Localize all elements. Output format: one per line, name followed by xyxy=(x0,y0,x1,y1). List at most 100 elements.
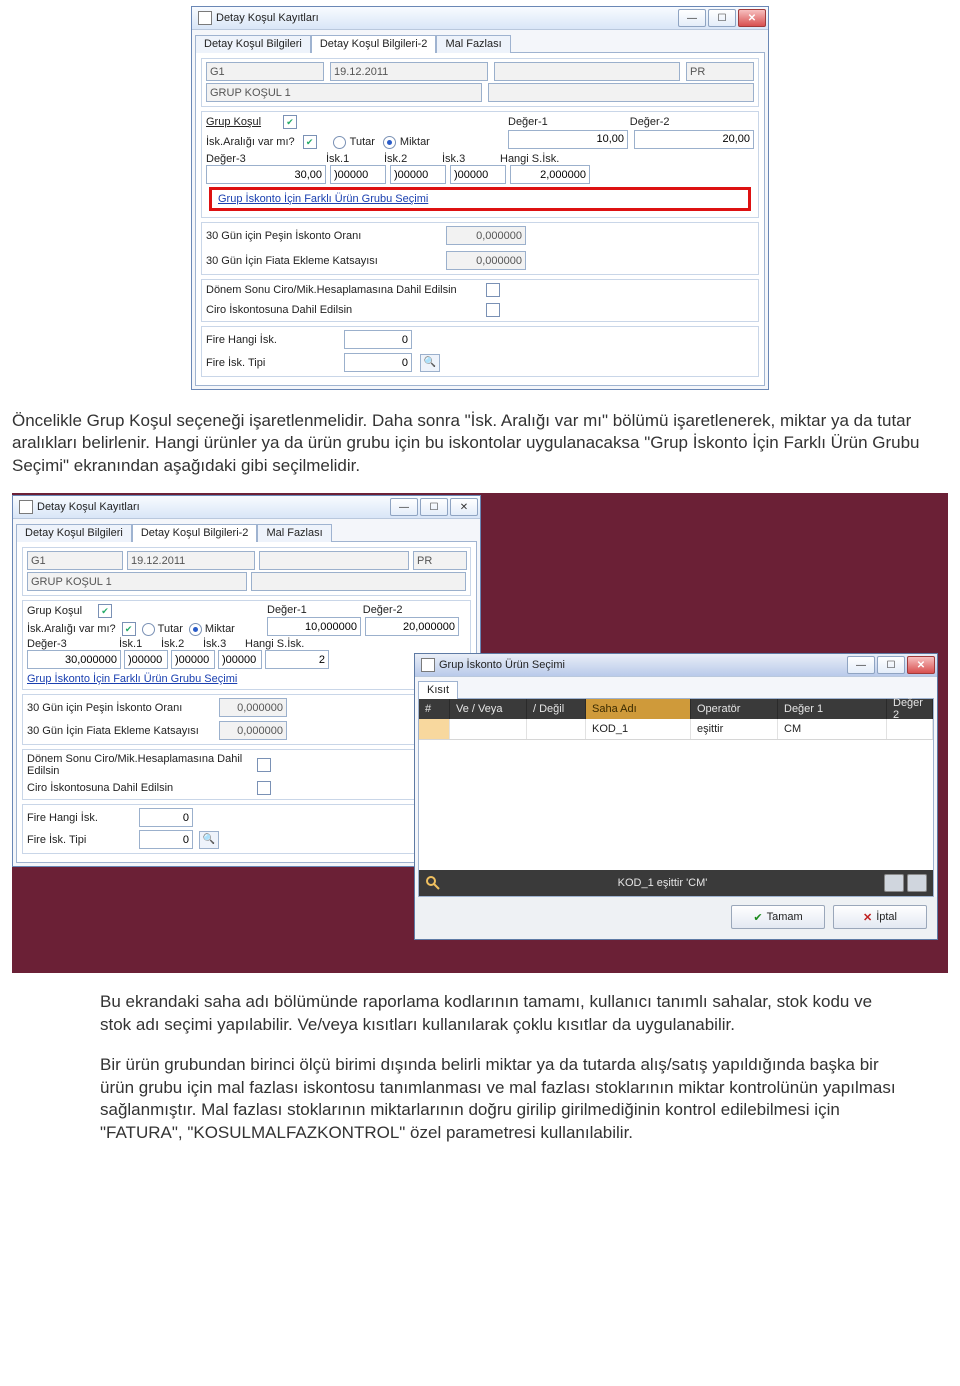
tab-mal-fazlasi[interactable]: Mal Fazlası xyxy=(436,35,510,53)
minimize-button[interactable]: — xyxy=(390,498,418,516)
cell-d2[interactable] xyxy=(887,719,933,739)
name-field[interactable] xyxy=(27,572,247,591)
cell-veveya[interactable] xyxy=(450,719,527,739)
input-isk1[interactable] xyxy=(330,165,386,184)
input-hangi[interactable] xyxy=(510,165,590,184)
blank-field[interactable] xyxy=(251,572,466,591)
input-pesin[interactable] xyxy=(219,698,287,717)
label-deger2: Değer-2 xyxy=(630,116,670,128)
status-bar: KOD_1 eşittir 'CM' xyxy=(419,870,933,896)
input-isk2[interactable] xyxy=(171,650,215,669)
input-fire-hangi[interactable] xyxy=(344,330,412,349)
minimize-button[interactable]: — xyxy=(678,9,706,27)
window-grup-iskonto-urun: Grup İskonto Ürün Seçimi — ☐ ✕ Kısıt # V… xyxy=(414,653,938,940)
checkbox-donem[interactable] xyxy=(486,283,500,297)
minimize-button[interactable]: — xyxy=(847,656,875,674)
input-deger1[interactable] xyxy=(508,130,628,149)
maximize-button[interactable]: ☐ xyxy=(708,9,736,27)
tab-detay-2[interactable]: Detay Koşul Bilgileri-2 xyxy=(132,524,258,542)
date-field[interactable] xyxy=(127,551,255,570)
input-fire-hangi[interactable] xyxy=(139,808,193,827)
close-button[interactable]: ✕ xyxy=(450,498,478,516)
window-title: Detay Koşul Kayıtları xyxy=(216,12,319,24)
nav-down-icon[interactable] xyxy=(907,874,927,892)
tab-detay-2[interactable]: Detay Koşul Bilgileri-2 xyxy=(311,35,437,53)
date-field[interactable] xyxy=(330,62,488,81)
input-deger3[interactable] xyxy=(27,650,121,669)
radio-tutar[interactable] xyxy=(333,136,346,149)
input-deger1[interactable] xyxy=(267,617,361,636)
maximize-button[interactable]: ☐ xyxy=(877,656,905,674)
tab-detay-1[interactable]: Detay Koşul Bilgileri xyxy=(16,524,132,542)
input-deger2[interactable] xyxy=(365,617,459,636)
label-miktar: Miktar xyxy=(400,136,430,148)
col-num[interactable]: # xyxy=(419,699,450,719)
checkbox-grup-kosul[interactable]: ✔ xyxy=(283,115,297,129)
col-deger1[interactable]: Değer 1 xyxy=(778,699,887,719)
name-field[interactable] xyxy=(206,83,482,102)
maximize-button[interactable]: ☐ xyxy=(420,498,448,516)
radio-tutar[interactable] xyxy=(142,623,155,636)
col-saha-adi[interactable]: Saha Adı xyxy=(586,699,691,719)
input-deger3[interactable] xyxy=(206,165,326,184)
label-ciro: Ciro İskontosuna Dahil Edilsin xyxy=(27,782,243,794)
label-fire-hangi: Fire Hangi İsk. xyxy=(206,334,336,346)
status-text: KOD_1 eşittir 'CM' xyxy=(441,877,884,889)
app-icon xyxy=(421,658,435,672)
cell-degil[interactable] xyxy=(527,719,586,739)
col-veveya[interactable]: Ve / Veya xyxy=(450,699,527,719)
input-isk3[interactable] xyxy=(450,165,506,184)
input-pesin[interactable] xyxy=(446,226,526,245)
close-button[interactable]: ✕ xyxy=(907,656,935,674)
tab-kisit[interactable]: Kısıt xyxy=(418,681,458,699)
cell-op[interactable]: eşittir xyxy=(691,719,778,739)
input-isk1[interactable] xyxy=(124,650,168,669)
input-fire-tipi[interactable] xyxy=(139,830,193,849)
checkbox-isk-araligi[interactable]: ✔ xyxy=(122,622,136,636)
paragraph-3: Bir ürün grubundan birinci ölçü birimi d… xyxy=(100,1054,900,1144)
close-button[interactable]: ✕ xyxy=(738,9,766,27)
cancel-button[interactable]: ✕İptal xyxy=(833,905,927,929)
checkbox-isk-araligi[interactable]: ✔ xyxy=(303,135,317,149)
grid-row[interactable]: KOD_1 eşittir CM xyxy=(419,719,933,740)
fiyat-field[interactable] xyxy=(686,62,754,81)
input-isk2[interactable] xyxy=(390,165,446,184)
window-detay-kosul-1: Detay Koşul Kayıtları — ☐ ✕ Detay Koşul … xyxy=(191,6,769,390)
link-grup-iskonto[interactable]: Grup İskonto İçin Farklı Ürün Grubu Seçi… xyxy=(218,193,428,205)
blank-field[interactable] xyxy=(259,551,409,570)
checkbox-donem[interactable] xyxy=(257,758,271,772)
input-deger2[interactable] xyxy=(634,130,754,149)
checkbox-ciro[interactable] xyxy=(257,781,271,795)
nav-up-icon[interactable] xyxy=(884,874,904,892)
label-fire-tipi: Fire İsk. Tipi xyxy=(27,834,133,846)
input-hangi[interactable] xyxy=(265,650,329,669)
radio-miktar[interactable] xyxy=(383,136,396,149)
ok-button[interactable]: ✔Tamam xyxy=(731,905,825,929)
grid-header: # Ve / Veya / Değil Saha Adı Operatör De… xyxy=(419,699,933,719)
col-deger2[interactable]: Değer 2 xyxy=(887,699,933,719)
blank-field-1[interactable] xyxy=(494,62,680,81)
lookup-icon[interactable]: 🔍 xyxy=(420,354,440,372)
input-fire-tipi[interactable] xyxy=(344,353,412,372)
paragraph-2: Bu ekrandaki saha adı bölümünde raporlam… xyxy=(100,991,900,1036)
link-grup-iskonto[interactable]: Grup İskonto İçin Farklı Ürün Grubu Seçi… xyxy=(27,673,237,685)
radio-miktar[interactable] xyxy=(189,623,202,636)
fiyat-field[interactable] xyxy=(413,551,467,570)
label-fire-tipi: Fire İsk. Tipi xyxy=(206,357,336,369)
checkbox-grup-kosul[interactable]: ✔ xyxy=(98,604,112,618)
tab-detay-1[interactable]: Detay Koşul Bilgileri xyxy=(195,35,311,53)
cell-saha[interactable]: KOD_1 xyxy=(586,719,691,739)
col-operator[interactable]: Operatör xyxy=(691,699,778,719)
code-field[interactable] xyxy=(206,62,324,81)
popup-title: Grup İskonto Ürün Seçimi xyxy=(439,659,565,671)
tab-mal-fazlasi[interactable]: Mal Fazlası xyxy=(257,524,331,542)
input-isk3[interactable] xyxy=(218,650,262,669)
col-degil[interactable]: / Değil xyxy=(527,699,586,719)
code-field[interactable] xyxy=(27,551,123,570)
input-fiata[interactable] xyxy=(446,251,526,270)
input-fiata[interactable] xyxy=(219,721,287,740)
blank-field-2[interactable] xyxy=(488,83,754,102)
cell-d1[interactable]: CM xyxy=(778,719,887,739)
checkbox-ciro[interactable] xyxy=(486,303,500,317)
lookup-icon[interactable]: 🔍 xyxy=(199,831,219,849)
